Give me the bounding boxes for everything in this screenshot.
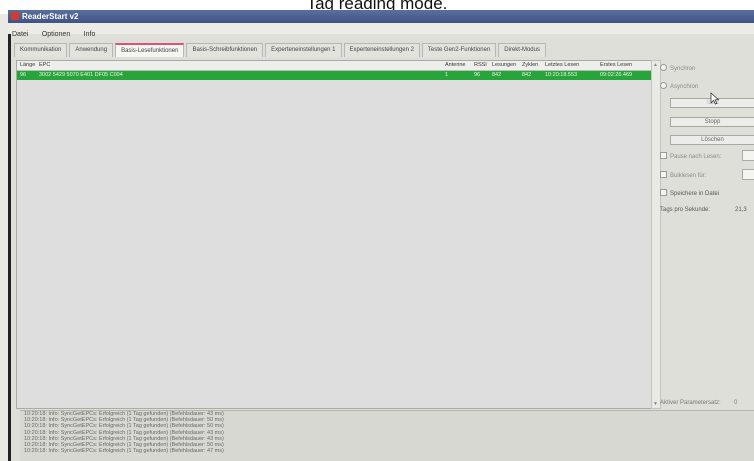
log-panel[interactable]: 10:20:18: Info: SyncGetEPCs: Erfolgreich… (20, 410, 754, 461)
window-edge (8, 34, 11, 461)
application-window: ReaderStart v2 Datei Optionen Info Kommu… (8, 10, 754, 461)
tags-per-second-value: 21,3 (735, 207, 747, 213)
menu-optionen[interactable]: Optionen (42, 31, 70, 38)
tags-per-second-label: Tags pro Sekunde: (660, 207, 711, 213)
cell-erstes-lesen: 09:02:26.469 (600, 72, 633, 78)
cell-laenge: 96 (20, 72, 27, 78)
checkbox-icon (660, 152, 667, 159)
tab-experteneinstellungen-2[interactable]: Experteneinstellungen 2 (343, 43, 420, 57)
log-line: 10:20:18: Info: SyncGetEPCs: Erfolgreich… (24, 448, 224, 455)
col-zyklen[interactable]: Zyklen (522, 61, 538, 70)
mouse-pointer-icon (710, 92, 720, 105)
cell-letztes-lesen: 10:20:18.553 (545, 72, 578, 78)
bulk-checkbox[interactable]: Bulklesen für: (660, 171, 706, 179)
window-title: ReaderStart v2 (22, 12, 79, 21)
save-checkbox[interactable]: Speichere in Datei (660, 189, 719, 197)
menu-info[interactable]: Info (84, 31, 96, 38)
app-icon (11, 12, 19, 20)
tab-basis-schreibfunktionen[interactable]: Basis-Schreibfunktionen (186, 43, 264, 57)
title-bar: ReaderStart v2 (8, 10, 754, 23)
radio-circle-icon (660, 82, 667, 89)
tab-kommunikation[interactable]: Kommunikation (14, 43, 68, 57)
table-header: Länge EPC Antenne RSSI Lesungen Zyklen L… (17, 61, 652, 71)
menu-datei[interactable]: Datei (12, 31, 28, 38)
col-laenge[interactable]: Länge (20, 61, 35, 70)
radio-asynchron[interactable]: Asynchron (660, 82, 698, 90)
tab-anwendung[interactable]: Anwendung (69, 43, 114, 57)
radio-synchron-label: Synchron (670, 66, 696, 72)
radio-circle-icon (660, 64, 667, 71)
tab-experteneinstellungen-1[interactable]: Experteneinstellungen 1 (265, 43, 342, 57)
checkbox-icon (660, 171, 667, 178)
col-epc[interactable]: EPC (39, 61, 50, 70)
col-letztes-lesen[interactable]: Letztes Lesen (545, 61, 579, 70)
table-row[interactable]: 96 3002 5429 5070 E401 DF05 C004 1 96 84… (17, 71, 652, 80)
tab-strip: Kommunikation Anwendung Basis-Lesefunkti… (14, 43, 548, 57)
cell-lesungen: 842 (492, 72, 502, 78)
checkbox-icon (660, 189, 667, 196)
stopp-button[interactable]: Stopp (670, 117, 754, 127)
cell-antenne: 1 (445, 72, 449, 78)
save-label: Speichere in Datei (670, 191, 720, 197)
menu-bar: Datei Optionen Info (8, 23, 754, 38)
bulk-label: Bulklesen für: (670, 173, 707, 179)
tag-table[interactable]: Länge EPC Antenne RSSI Lesungen Zyklen L… (16, 60, 653, 409)
cell-rssi: 96 (474, 72, 481, 78)
param-set-value: 0 (734, 400, 738, 406)
col-lesungen[interactable]: Lesungen (492, 61, 516, 70)
pause-checkbox[interactable]: Pause nach Lesen: (660, 152, 721, 160)
col-antenne[interactable]: Antenne (445, 61, 466, 70)
control-panel: Synchron Asynchron Start Stopp Löschen P… (660, 60, 754, 410)
col-erstes-lesen[interactable]: Erstes Lesen (600, 61, 632, 70)
radio-synchron[interactable]: Synchron (660, 64, 695, 72)
radio-asynchron-label: Asynchron (670, 84, 699, 90)
cell-epc: 3002 5429 5070 E401 DF05 C004 (39, 72, 123, 78)
scroll-down-icon[interactable]: ▼ (653, 401, 658, 407)
scroll-up-icon[interactable]: ▲ (653, 62, 658, 68)
param-set-label: Aktiver Parametersatz: (660, 400, 721, 406)
pause-label: Pause nach Lesen: (670, 154, 722, 160)
loeschen-button[interactable]: Löschen (670, 135, 754, 145)
bulk-input[interactable] (742, 169, 754, 180)
tab-teste-gen2[interactable]: Teste Gen2-Funktionen (421, 43, 497, 57)
tab-basis-lesefunktionen[interactable]: Basis-Lesefunktionen (115, 43, 185, 57)
pause-input[interactable] (742, 150, 754, 161)
col-rssi[interactable]: RSSI (474, 61, 487, 70)
tab-direkt-modus[interactable]: Direkt-Modus (498, 43, 546, 57)
cell-zyklen: 842 (522, 72, 532, 78)
